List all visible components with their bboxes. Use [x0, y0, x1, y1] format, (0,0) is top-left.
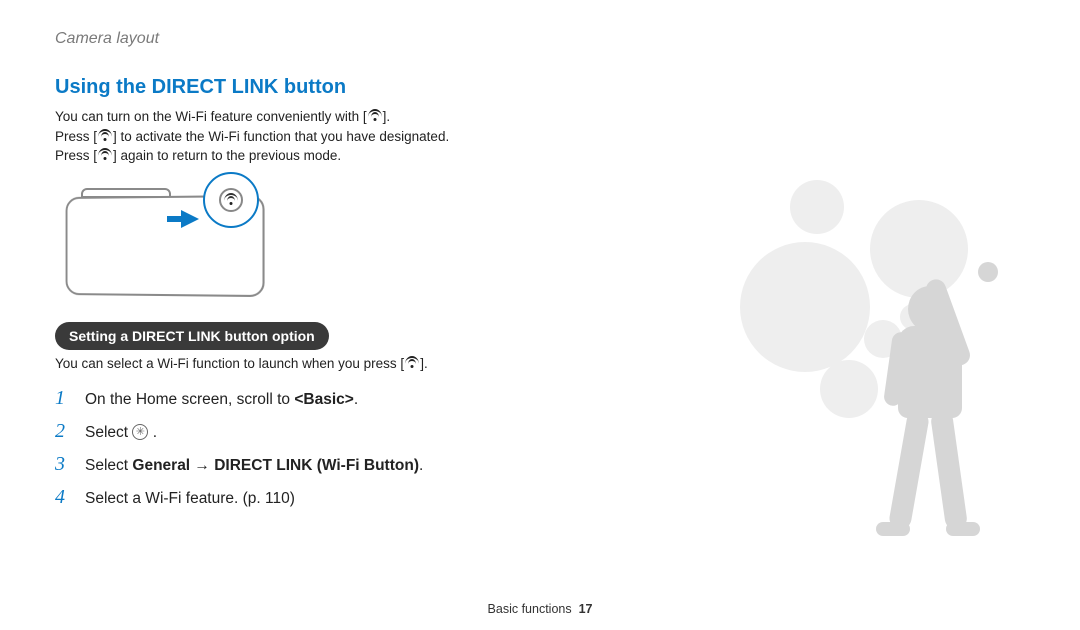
step-text: On the Home screen, scroll to <Basic>.	[85, 391, 358, 409]
wifi-icon	[404, 356, 420, 370]
callout-arrow-head	[181, 210, 199, 228]
intro-text: ].	[383, 109, 391, 124]
step-text-part: .	[419, 457, 423, 474]
step-4: 4 Select a Wi-Fi feature. (p. 110)	[55, 486, 1025, 509]
intro-text: Press [	[55, 148, 97, 163]
breadcrumb: Camera layout	[55, 30, 1025, 48]
wifi-icon	[97, 129, 113, 143]
sub-text: You can select a Wi-Fi function to launc…	[55, 356, 404, 371]
camera-illustration	[55, 176, 315, 306]
intro-text: You can turn on the Wi-Fi feature conven…	[55, 109, 367, 124]
wifi-icon	[223, 193, 239, 207]
bubble-icon	[900, 304, 926, 330]
intro-text: ] again to return to the previous mode.	[113, 148, 341, 163]
step-text-part: .	[148, 424, 157, 441]
step-text-part: Select	[85, 457, 132, 474]
step-number: 2	[55, 420, 73, 443]
step-text: Select General → DIRECT LINK (Wi-Fi Butt…	[85, 457, 423, 475]
subsection-description: You can select a Wi-Fi function to launc…	[55, 356, 1025, 371]
intro-line-1: You can turn on the Wi-Fi feature conven…	[55, 107, 1025, 127]
intro-line-2: Press [ ] to activate the Wi-Fi function …	[55, 127, 1025, 147]
step-number: 1	[55, 387, 73, 410]
step-list: 1 On the Home screen, scroll to <Basic>.…	[55, 387, 1025, 509]
intro-line-3: Press [ ] again to return to the previous…	[55, 146, 1025, 166]
direct-link-button	[219, 188, 243, 212]
page-footer: Basic functions 17	[0, 602, 1080, 616]
step-text-part: On the Home screen, scroll to	[85, 391, 294, 408]
settings-icon	[132, 424, 148, 440]
step-3: 3 Select General → DIRECT LINK (Wi-Fi Bu…	[55, 453, 1025, 476]
bubble-icon	[870, 200, 968, 298]
footer-section: Basic functions	[488, 602, 572, 616]
section-title: Using the DIRECT LINK button	[55, 76, 1025, 99]
intro-text: Press [	[55, 129, 97, 144]
step-number: 4	[55, 486, 73, 509]
page-number: 17	[579, 602, 593, 616]
bubble-icon	[864, 320, 902, 358]
bubble-icon	[740, 242, 870, 372]
step-1: 1 On the Home screen, scroll to <Basic>.	[55, 387, 1025, 410]
step-text-part: .	[354, 391, 358, 408]
step-bold-inner: General → DIRECT LINK (Wi-Fi Button)	[132, 457, 419, 474]
step-2: 2 Select .	[55, 420, 1025, 443]
direct-link-button-callout	[203, 172, 259, 228]
subsection-pill: Setting a DIRECT LINK button option	[55, 322, 329, 350]
step-number: 3	[55, 453, 73, 476]
step-text: Select a Wi-Fi feature. (p. 110)	[85, 490, 295, 508]
step-text: Select .	[85, 424, 157, 442]
step-text-part: Select	[85, 424, 132, 441]
intro-text: ] to activate the Wi-Fi function that yo…	[113, 129, 449, 144]
wifi-icon	[97, 148, 113, 162]
bubble-icon	[790, 180, 844, 234]
step-text-bold: <Basic>	[294, 391, 353, 408]
sub-text: ].	[420, 356, 428, 371]
wifi-icon	[367, 109, 383, 123]
step-text-bold: General → DIRECT LINK (Wi-Fi Button)	[132, 457, 419, 474]
manual-page: Camera layout Using the DIRECT LINK butt…	[0, 0, 1080, 630]
